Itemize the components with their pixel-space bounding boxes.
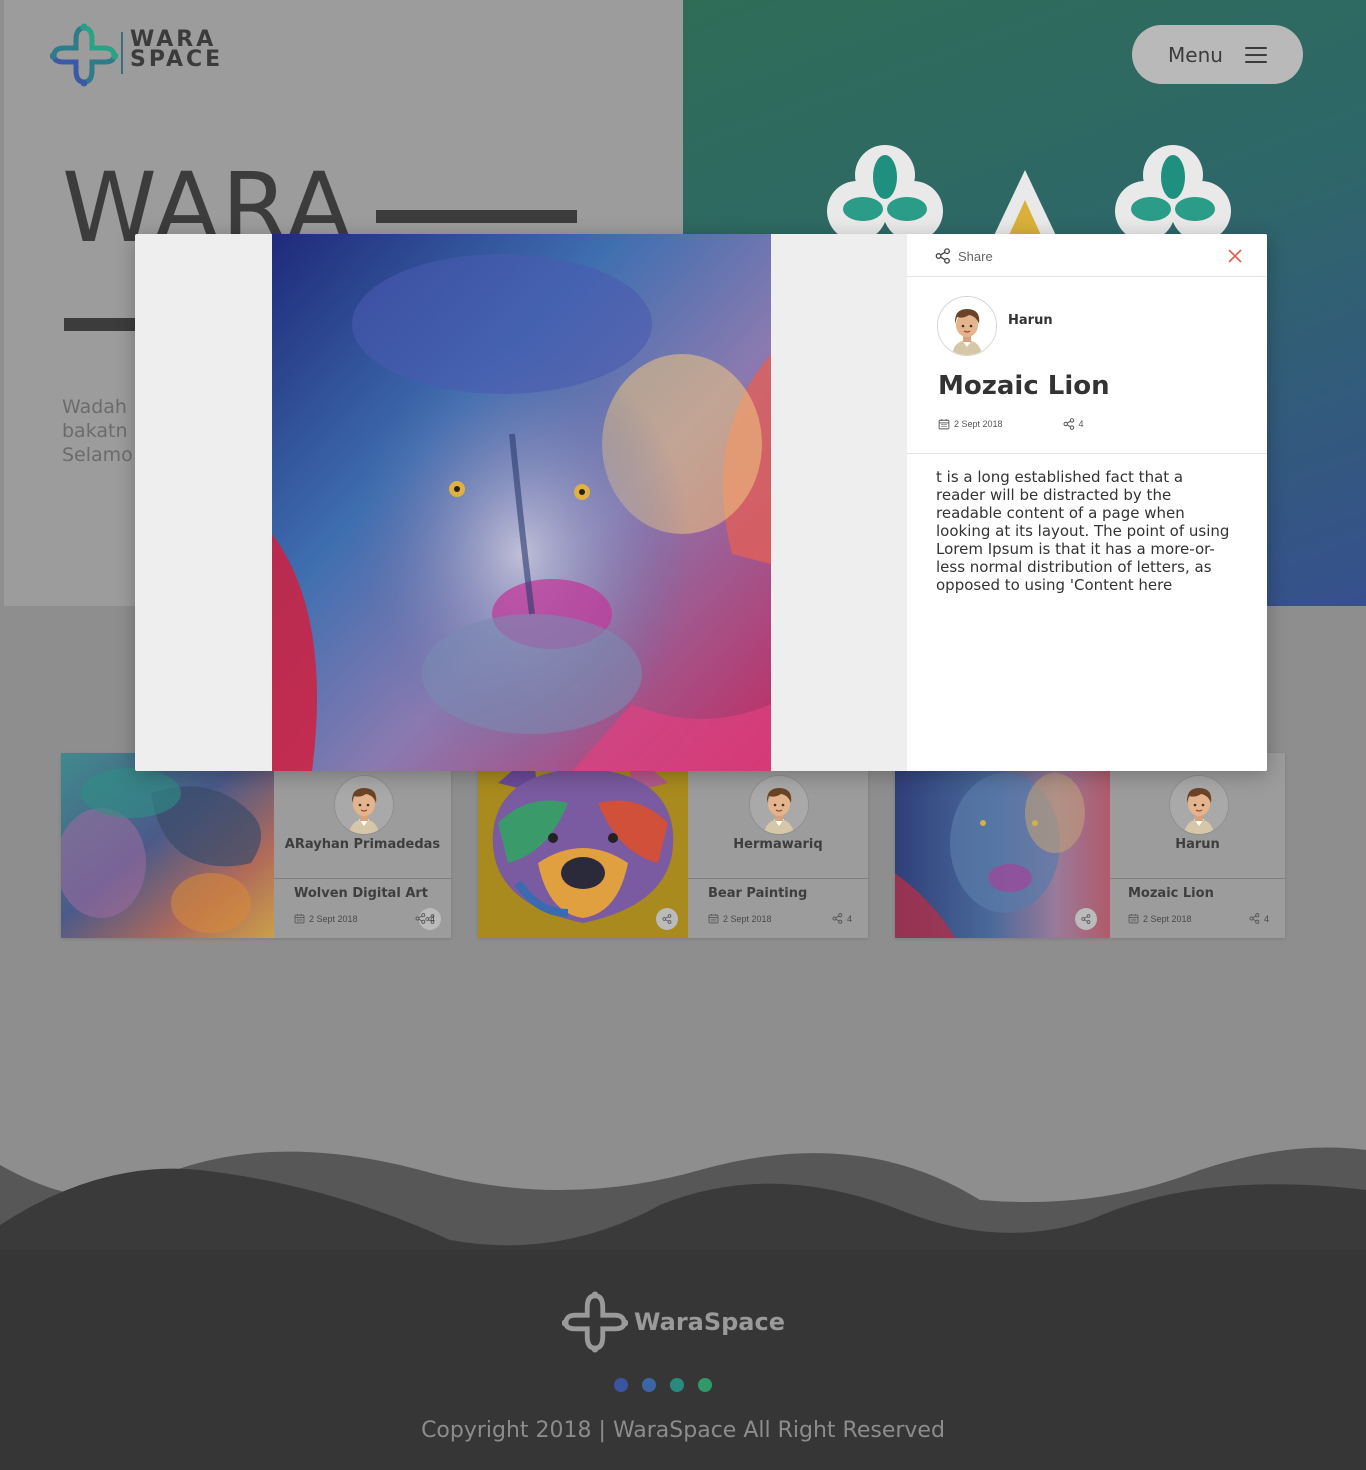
card-date: 2 Sept 2018 xyxy=(1128,913,1192,924)
card-share-button[interactable] xyxy=(1075,908,1097,930)
artwork-card-list: ARayhan Primadedas Wolven Digital Art 2 … xyxy=(61,753,1285,938)
modal-description: t is a long established fact that a read… xyxy=(936,468,1230,594)
avatar[interactable] xyxy=(333,775,394,835)
hero-description-line: Wadah xyxy=(62,396,127,418)
card-divider xyxy=(274,878,451,879)
logo-line-2: SPACE xyxy=(130,47,224,72)
card-title[interactable]: Bear Painting xyxy=(708,886,807,901)
card-author[interactable]: Harun xyxy=(1120,837,1275,852)
modal-divider xyxy=(907,453,1267,454)
share-icon xyxy=(1081,914,1091,924)
hero-dash xyxy=(64,318,144,331)
card-share-count: 4 xyxy=(832,913,852,924)
avatar-image xyxy=(750,776,808,834)
card-info: ARayhan Primadedas Wolven Digital Art 2 … xyxy=(274,753,451,938)
card-share-button[interactable] xyxy=(656,908,678,930)
card-info: Hermawariq Bear Painting 2 Sept 2018 4 xyxy=(688,753,868,938)
card-share-count: 4 xyxy=(1249,913,1269,924)
footer-dot xyxy=(698,1378,712,1392)
card-date-text: 2 Sept 2018 xyxy=(723,913,772,924)
card-meta: 2 Sept 2018 4 xyxy=(1128,913,1269,924)
logo-cross-icon xyxy=(562,1291,628,1353)
card-author[interactable]: Hermawariq xyxy=(698,837,858,852)
modal-author[interactable]: Harun xyxy=(1008,313,1053,328)
modal-date-text: 2 Sept 2018 xyxy=(954,419,1003,429)
card-date: 2 Sept 2018 xyxy=(708,913,772,924)
share-icon xyxy=(415,913,426,924)
avatar[interactable] xyxy=(749,775,809,835)
footer-brand-name: WaraSpace xyxy=(634,1308,786,1336)
card-title[interactable]: Mozaic Lion xyxy=(1128,886,1214,901)
card-share-count-text: 4 xyxy=(846,913,852,924)
menu-button[interactable]: Menu xyxy=(1132,25,1303,84)
footer-dot xyxy=(614,1378,628,1392)
artwork-card[interactable]: Harun Mozaic Lion 2 Sept 2018 4 xyxy=(895,753,1285,938)
artwork-card[interactable]: Hermawariq Bear Painting 2 Sept 2018 4 xyxy=(478,753,868,938)
hamburger-icon xyxy=(1244,46,1267,63)
wolf-art-image[interactable] xyxy=(61,753,274,938)
hero-dash xyxy=(376,210,577,223)
avatar[interactable] xyxy=(1168,775,1229,835)
share-icon xyxy=(832,913,843,924)
footer-logo[interactable]: WaraSpace xyxy=(562,1290,785,1354)
footer-dot xyxy=(670,1378,684,1392)
card-divider xyxy=(688,878,868,879)
card-meta: 2 Sept 2018 4 xyxy=(708,913,852,924)
card-info: Harun Mozaic Lion 2 Sept 2018 4 xyxy=(1110,753,1285,938)
logo-cross-icon xyxy=(49,23,119,87)
avatar-image xyxy=(1170,776,1228,834)
modal-share-count: 4 xyxy=(1063,418,1084,430)
share-icon xyxy=(1249,913,1260,924)
share-button[interactable]: Share xyxy=(935,248,993,264)
card-divider xyxy=(1110,878,1285,879)
card-title[interactable]: Wolven Digital Art xyxy=(294,886,428,901)
modal-date: 2 Sept 2018 xyxy=(938,418,1003,430)
share-label: Share xyxy=(958,248,993,264)
share-icon xyxy=(662,914,672,924)
menu-label: Menu xyxy=(1168,42,1223,67)
artwork-card[interactable]: ARayhan Primadedas Wolven Digital Art 2 … xyxy=(61,753,451,938)
lion-artwork-image xyxy=(272,234,771,771)
modal-toolbar: Share xyxy=(907,234,1267,277)
footer-dots xyxy=(614,1378,712,1392)
share-icon xyxy=(1063,418,1075,430)
calendar-icon xyxy=(294,913,305,924)
calendar-icon xyxy=(938,418,950,430)
footer-dot xyxy=(642,1378,656,1392)
avatar-image xyxy=(335,776,393,834)
calendar-icon xyxy=(708,913,719,924)
modal-details-panel: Share Harun Mozaic Lion 2 Sept 2018 4 t … xyxy=(907,234,1267,771)
site-logo[interactable]: WARA SPACE xyxy=(49,22,224,88)
card-meta: 2 Sept 2018 4 xyxy=(294,913,435,924)
bear-art-image[interactable] xyxy=(478,753,688,938)
card-date: 2 Sept 2018 xyxy=(294,913,358,924)
close-icon[interactable] xyxy=(1228,249,1242,263)
logo-wordmark: WARA SPACE xyxy=(130,29,224,72)
copyright-text: Copyright 2018 | WaraSpace All Right Res… xyxy=(421,1418,945,1443)
artwork-modal: Share Harun Mozaic Lion 2 Sept 2018 4 t … xyxy=(135,234,1267,771)
card-share-count: 4 xyxy=(415,913,435,924)
hero-description-line: bakatn xyxy=(62,420,128,442)
logo-divider xyxy=(121,32,123,74)
card-date-text: 2 Sept 2018 xyxy=(1143,913,1192,924)
card-author[interactable]: ARayhan Primadedas xyxy=(284,837,441,852)
card-date-text: 2 Sept 2018 xyxy=(309,913,358,924)
avatar[interactable] xyxy=(937,296,997,356)
avatar-image xyxy=(938,297,996,355)
share-icon xyxy=(935,248,951,264)
hero-description-line: Selamo xyxy=(62,444,133,466)
card-share-count-text: 4 xyxy=(1263,913,1269,924)
calendar-icon xyxy=(1128,913,1139,924)
hero-description: Wadah bakatn Selamo xyxy=(62,395,142,467)
modal-title: Mozaic Lion xyxy=(938,371,1110,401)
card-share-count-text: 4 xyxy=(429,913,435,924)
modal-meta: 2 Sept 2018 4 xyxy=(938,418,1084,430)
modal-share-count-text: 4 xyxy=(1078,419,1084,429)
